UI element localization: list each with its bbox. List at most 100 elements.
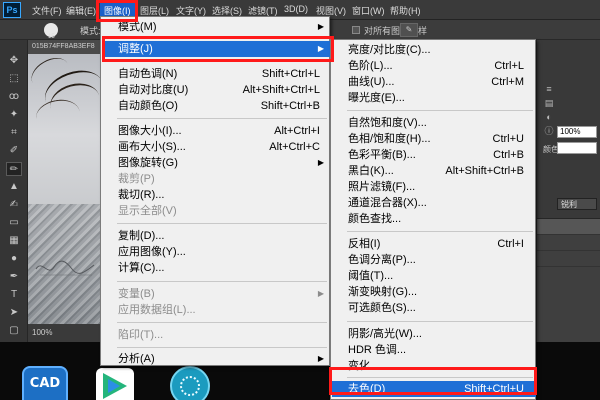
annotation-box-image-menu [96, 0, 138, 22]
annotation-box-adjustments [102, 36, 334, 62]
adjust-item-hdr-toning[interactable]: HDR 色调... [332, 342, 536, 358]
menu-separator [117, 347, 327, 348]
round-app-icon[interactable] [170, 366, 210, 400]
image-menu-item-trim[interactable]: 裁切(R)... [102, 187, 330, 203]
gradient-tool-icon[interactable]: ▦ [6, 234, 22, 248]
type-tool-icon[interactable]: T [6, 288, 22, 302]
pressure-toggle-icon[interactable]: ✎ [400, 23, 418, 37]
mode-label: 模式: [80, 26, 101, 36]
image-menu-item-image-size[interactable]: 图像大小(I)... Alt+Ctrl+I [102, 123, 330, 139]
cad-app-icon[interactable]: CAD [22, 366, 68, 400]
menu-edit[interactable]: 编辑(E) [66, 4, 96, 17]
menu-separator [117, 118, 327, 119]
image-menu-item-auto-tone[interactable]: 自动色调(N) Shift+Ctrl+L [102, 66, 330, 82]
ps-logo: Ps [3, 2, 21, 18]
path-select-tool-icon[interactable]: ➤ [6, 306, 22, 320]
image-menu-item-variables[interactable]: 变量(B) ▶ [102, 286, 330, 302]
opacity-value: 100% [560, 127, 581, 136]
menu-help[interactable]: 帮助(H) [390, 4, 421, 17]
adjust-item-brightness-contrast[interactable]: 亮度/对比度(C)... [332, 42, 536, 58]
marquee-tool-icon[interactable]: ⬚ [6, 72, 22, 86]
image-menu-item-duplicate[interactable]: 复制(D)... [102, 228, 330, 244]
adjust-item-threshold[interactable]: 阈值(T)... [332, 268, 536, 284]
cad-app-label: CAD [29, 376, 61, 391]
adjust-item-curves[interactable]: 曲线(U)... Ctrl+M [332, 74, 536, 90]
image-menu-item-calculations[interactable]: 计算(C)... [102, 260, 330, 276]
image-menu-item-apply-image[interactable]: 应用图像(Y)... [102, 244, 330, 260]
image-menu-item-auto-color[interactable]: 自动颜色(O) Shift+Ctrl+B [102, 98, 330, 114]
stamp-tool-icon[interactable]: ▲ [6, 180, 22, 194]
menu-separator [117, 322, 327, 323]
image-menu-item-reveal-all[interactable]: 显示全部(V) [102, 203, 330, 219]
document-tab[interactable]: 015B74FF8AB3EF8 [28, 40, 100, 54]
brush-tool-icon[interactable]: ✏ [6, 162, 22, 176]
color-swatch[interactable] [557, 142, 597, 154]
layer-row[interactable] [537, 251, 600, 267]
crop-tool-icon[interactable]: ⌗ [6, 126, 22, 140]
adjust-item-invert[interactable]: 反相(I) Ctrl+I [332, 236, 536, 252]
adjust-item-gradient-map[interactable]: 渐变映射(G)... [332, 284, 536, 300]
toolbox: ✥ ⬚ ꝏ ✦ ⌗ ✐ ✏ ▲ ✍ ▭ ▦ ● ✒ T ➤ ▢ [0, 40, 28, 342]
menu-separator [117, 223, 327, 224]
sharpen-dropdown[interactable]: 锐利 [557, 198, 597, 210]
menu-separator [347, 110, 533, 111]
panel-collapse-icon[interactable]: ≡ [543, 84, 555, 94]
submenu-arrow-icon: ▶ [317, 158, 324, 167]
panel-info-icon[interactable]: ⓘ [543, 126, 555, 136]
zoom-level: 100% [32, 328, 53, 337]
adjust-item-black-white[interactable]: 黑白(K)... Alt+Shift+Ctrl+B [332, 163, 536, 179]
blur-tool-icon[interactable]: ● [6, 252, 22, 266]
eyedropper-tool-icon[interactable]: ✐ [6, 144, 22, 158]
adjust-item-photo-filter[interactable]: 照片滤镜(F)... [332, 179, 536, 195]
image-menu-item-trap[interactable]: 陷印(T)... [102, 327, 330, 343]
eraser-tool-icon[interactable]: ▭ [6, 216, 22, 230]
image-menu-item-auto-contrast[interactable]: 自动对比度(U) Alt+Shift+Ctrl+L [102, 82, 330, 98]
menu-window[interactable]: 窗口(W) [352, 4, 385, 17]
photoshop-window: Ps 文件(F) 编辑(E) 图像(I) 图层(L) 文字(Y) 选择(S) 滤… [0, 0, 600, 400]
menu-separator [347, 231, 533, 232]
adjust-item-posterize[interactable]: 色调分离(P)... [332, 252, 536, 268]
round-app-emblem-icon [180, 376, 200, 396]
sample-all-layers-checkbox[interactable] [352, 26, 360, 34]
layer-row[interactable] [537, 219, 600, 235]
lasso-tool-icon[interactable]: ꝏ [6, 90, 22, 104]
pen-tool-icon[interactable]: ✒ [6, 270, 22, 284]
adjust-item-color-lookup[interactable]: 颜色查找... [332, 211, 536, 227]
opacity-input[interactable]: 100% [557, 126, 597, 138]
panel-options-icon[interactable]: ▤ [543, 98, 555, 108]
video-player-app-icon[interactable] [96, 368, 134, 400]
quick-select-tool-icon[interactable]: ✦ [6, 108, 22, 122]
sharpen-value: 锐利 [561, 200, 577, 209]
move-tool-icon[interactable]: ✥ [6, 54, 22, 68]
image-menu: 模式(M) ▶ 调整(J) ▶ 自动色调(N) Shift+Ctrl+L 自动对… [100, 16, 330, 366]
menu-separator [117, 281, 327, 282]
layer-row[interactable] [537, 235, 600, 251]
submenu-arrow-icon: ▶ [317, 289, 324, 298]
history-brush-icon[interactable]: ✍ [6, 198, 22, 212]
image-menu-item-apply-data-set[interactable]: 应用数据组(L)... [102, 302, 330, 318]
adjust-item-exposure[interactable]: 曝光度(E)... [332, 90, 536, 106]
panel-adjust-icon[interactable]: ◐ [543, 112, 555, 122]
adjust-item-color-balance[interactable]: 色彩平衡(B)... Ctrl+B [332, 147, 536, 163]
layers-list [537, 218, 600, 358]
submenu-arrow-icon: ▶ [317, 354, 324, 363]
right-panels: ≡ ▤ ◐ ⓘ 颜色: 100% 锐利 [536, 40, 600, 358]
adjust-item-levels[interactable]: 色阶(L)... Ctrl+L [332, 58, 536, 74]
adjust-item-hue-saturation[interactable]: 色相/饱和度(H)... Ctrl+U [332, 131, 536, 147]
image-menu-item-crop[interactable]: 裁剪(P) [102, 171, 330, 187]
menu-file[interactable]: 文件(F) [32, 4, 62, 17]
menu-separator [347, 321, 533, 322]
adjust-item-shadows-highlights[interactable]: 阴影/高光(W)... [332, 326, 536, 342]
shape-tool-icon[interactable]: ▢ [6, 324, 22, 338]
menu-3d[interactable]: 3D(D) [284, 4, 308, 14]
play-triangle-inner-icon [108, 379, 120, 393]
image-menu-item-rotation[interactable]: 图像旋转(G) ▶ [102, 155, 330, 171]
adjust-item-channel-mixer[interactable]: 通道混合器(X)... [332, 195, 536, 211]
image-menu-item-analysis[interactable]: 分析(A) ▶ [102, 351, 330, 367]
image-menu-item-canvas-size[interactable]: 画布大小(S)... Alt+Ctrl+C [102, 139, 330, 155]
adjust-item-vibrance[interactable]: 自然饱和度(V)... [332, 115, 536, 131]
status-bar: 100% [28, 324, 100, 342]
adjustments-submenu: 亮度/对比度(C)... 色阶(L)... Ctrl+L 曲线(U)... Ct… [330, 39, 536, 400]
adjust-item-selective-color[interactable]: 可选颜色(S)... [332, 300, 536, 316]
watermark-signature [35, 260, 95, 276]
